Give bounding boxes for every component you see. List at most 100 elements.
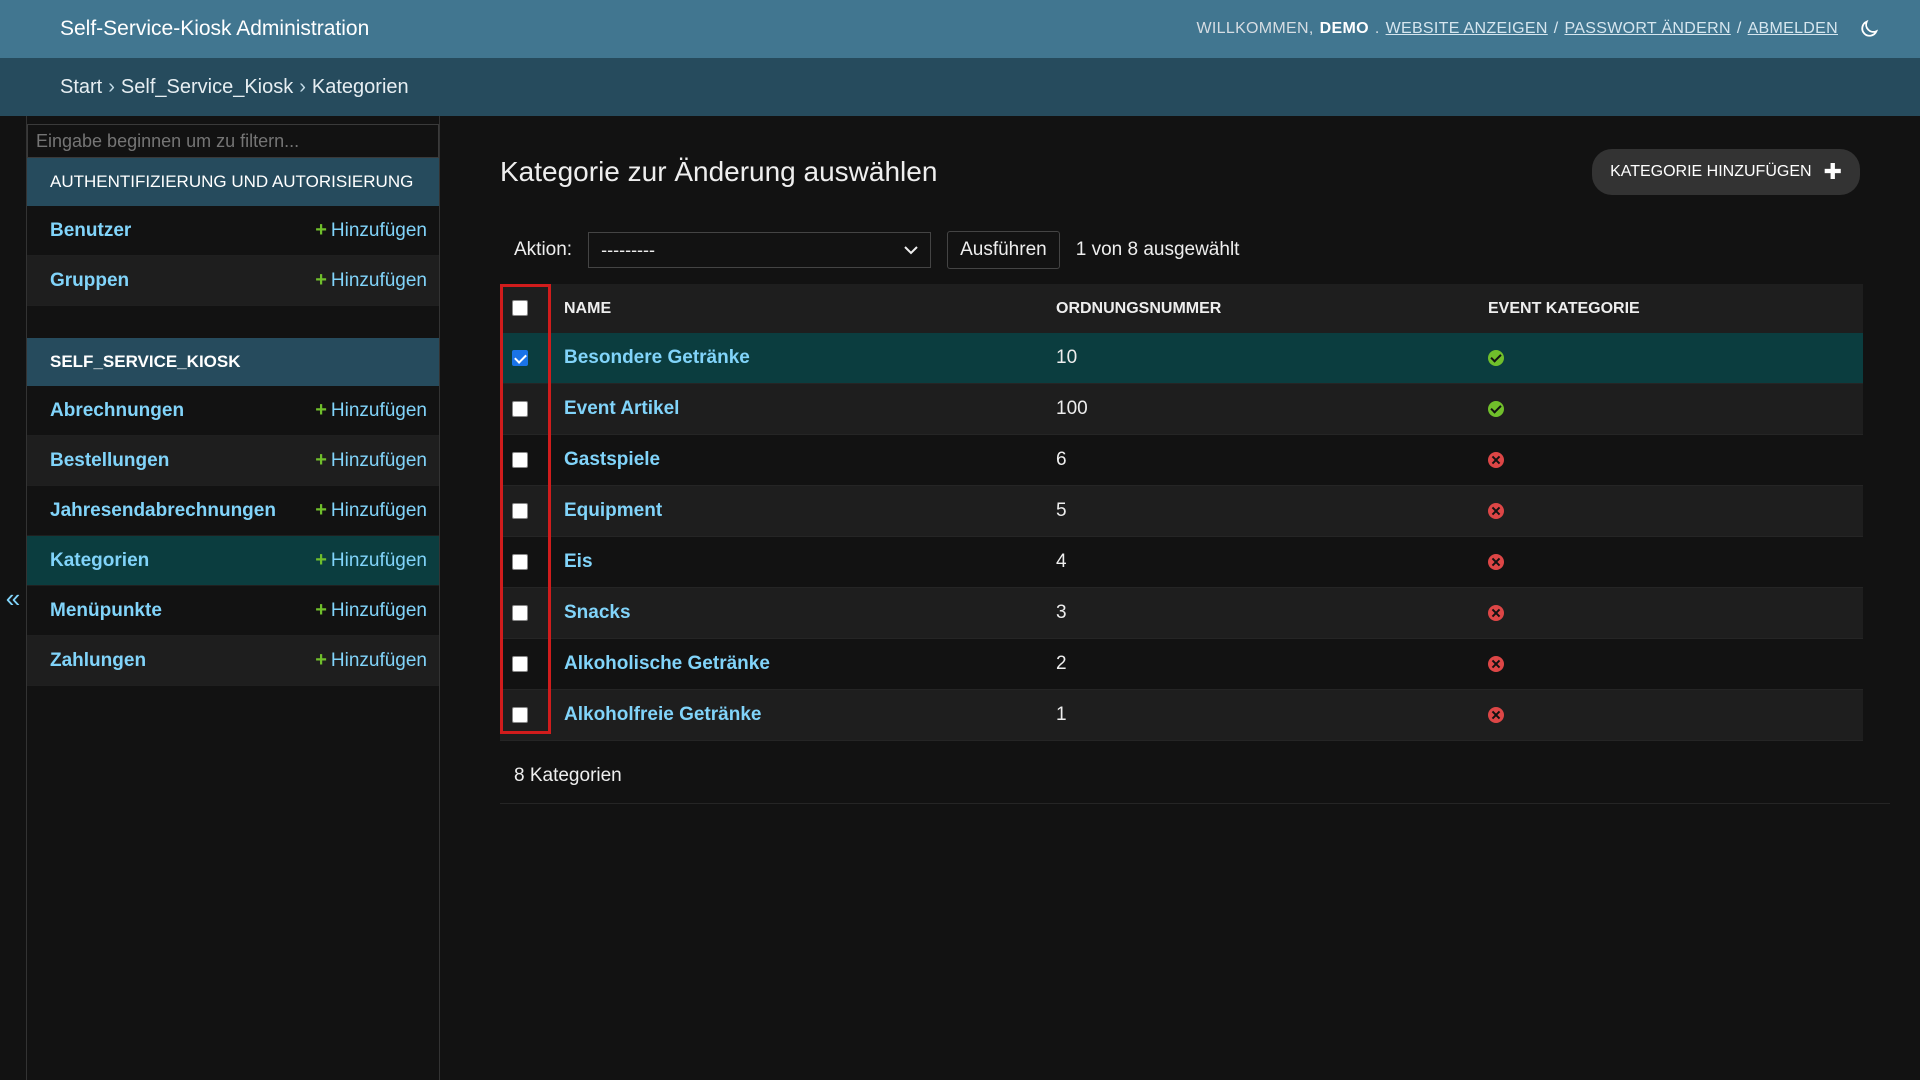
header: Self-Service-Kiosk Administration Willko… bbox=[0, 0, 1920, 58]
double-chevron-left-icon[interactable]: « bbox=[6, 583, 20, 614]
check-circle-icon bbox=[1488, 349, 1504, 366]
x-circle-icon bbox=[1488, 604, 1504, 621]
row-checkbox[interactable] bbox=[512, 451, 528, 468]
sidebar-item-label[interactable]: Bestellungen bbox=[50, 450, 169, 472]
table-row: Eis 4 bbox=[500, 536, 1863, 588]
page-title: Kategorie zur Änderung auswählen bbox=[500, 156, 938, 187]
breadcrumb-current: Kategorien bbox=[311, 75, 409, 98]
module-caption[interactable]: Self_Service_Kiosk bbox=[27, 338, 439, 386]
table-row: Equipment 5 bbox=[500, 485, 1863, 537]
chevron-down-icon bbox=[904, 246, 918, 255]
category-name-link[interactable]: Alkoholische Getränke bbox=[564, 653, 770, 674]
x-circle-icon bbox=[1488, 502, 1504, 519]
sidebar-toggle[interactable]: « bbox=[0, 116, 27, 1080]
add-link[interactable]: + Hinzufügen bbox=[315, 549, 427, 572]
order-number: 100 bbox=[1044, 383, 1476, 435]
sidebar-item-jahresendabrechnungen[interactable]: Jahresendabrechnungen + Hinzufügen bbox=[27, 486, 439, 536]
change-password-link[interactable]: Passwort ändern bbox=[1565, 20, 1731, 38]
plus-icon: + bbox=[315, 399, 327, 421]
theme-toggle-moon-icon[interactable] bbox=[1858, 18, 1880, 40]
view-site-link[interactable]: Website anzeigen bbox=[1386, 20, 1548, 38]
order-number: 1 bbox=[1044, 689, 1476, 741]
category-name-link[interactable]: Gastspiele bbox=[564, 449, 660, 470]
module-auth: Authentifizierung und Autorisierung Benu… bbox=[27, 158, 439, 306]
sidebar-item-label[interactable]: Abrechnungen bbox=[50, 400, 184, 422]
execute-button[interactable]: Ausführen bbox=[947, 231, 1060, 269]
category-name-link[interactable]: Besondere Getränke bbox=[564, 347, 750, 368]
order-number: 5 bbox=[1044, 485, 1476, 537]
table-row: Gastspiele 6 bbox=[500, 434, 1863, 486]
x-circle-icon bbox=[1488, 655, 1504, 672]
nav-filter-input[interactable] bbox=[27, 124, 439, 158]
add-link[interactable]: + Hinzufügen bbox=[315, 649, 427, 672]
site-title[interactable]: Self-Service-Kiosk Administration bbox=[60, 17, 369, 41]
category-name-link[interactable]: Equipment bbox=[564, 500, 662, 521]
selection-count: 1 von 8 ausgewählt bbox=[1075, 239, 1240, 260]
column-header-order[interactable]: Ordnungsnummer bbox=[1044, 284, 1476, 333]
order-number: 10 bbox=[1044, 333, 1476, 384]
x-circle-icon bbox=[1488, 706, 1504, 723]
x-circle-icon bbox=[1488, 451, 1504, 468]
table-row: Besondere Getränke 10 bbox=[500, 333, 1863, 384]
row-checkbox[interactable] bbox=[512, 655, 528, 672]
select-all-checkbox[interactable] bbox=[512, 300, 528, 317]
add-link[interactable]: + Hinzufügen bbox=[315, 599, 427, 622]
row-checkbox[interactable] bbox=[512, 349, 528, 366]
sidebar-item-abrechnungen[interactable]: Abrechnungen + Hinzufügen bbox=[27, 386, 439, 436]
module-caption[interactable]: Authentifizierung und Autorisierung bbox=[27, 158, 439, 206]
paginator: 8 Kategorien bbox=[500, 755, 1890, 804]
plus-icon: + bbox=[315, 549, 327, 571]
row-checkbox[interactable] bbox=[512, 706, 528, 723]
sidebar-item-menuepunkte[interactable]: Menüpunkte + Hinzufügen bbox=[27, 586, 439, 636]
breadcrumb: Start › Self_Service_Kiosk › Kategorien bbox=[0, 58, 1920, 116]
breadcrumb-app[interactable]: Self_Service_Kiosk bbox=[121, 76, 293, 99]
table-row: Snacks 3 bbox=[500, 587, 1863, 639]
plus-icon: + bbox=[315, 219, 327, 241]
add-link[interactable]: + Hinzufügen bbox=[315, 399, 427, 422]
add-link[interactable]: + Hinzufügen bbox=[315, 219, 427, 242]
column-header-name[interactable]: Name bbox=[552, 284, 1044, 333]
sidebar-item-label[interactable]: Menüpunkte bbox=[50, 600, 162, 622]
sidebar-item-bestellungen[interactable]: Bestellungen + Hinzufügen bbox=[27, 436, 439, 486]
username: Demo bbox=[1319, 20, 1369, 37]
add-link[interactable]: + Hinzufügen bbox=[315, 269, 427, 292]
sidebar-item-label[interactable]: Jahresendabrechnungen bbox=[50, 500, 276, 522]
row-checkbox[interactable] bbox=[512, 604, 528, 621]
separator: / bbox=[1553, 20, 1559, 37]
action-bar: Aktion: --------- Ausführen 1 von 8 ausg… bbox=[500, 230, 1890, 270]
column-header-event[interactable]: Event Kategorie bbox=[1476, 284, 1863, 333]
plus-icon: + bbox=[315, 269, 327, 291]
sidebar-item-kategorien[interactable]: Kategorien + Hinzufügen bbox=[27, 536, 439, 586]
add-link[interactable]: + Hinzufügen bbox=[315, 449, 427, 472]
sidebar-item-label[interactable]: Gruppen bbox=[50, 270, 129, 292]
logout-link[interactable]: Abmelden bbox=[1748, 20, 1838, 38]
sidebar-item-label[interactable]: Kategorien bbox=[50, 550, 149, 572]
sidebar-item-benutzer[interactable]: Benutzer + Hinzufügen bbox=[27, 206, 439, 256]
add-category-button[interactable]: Kategorie hinzufügen ✚ bbox=[1592, 149, 1860, 195]
category-name-link[interactable]: Alkoholfreie Getränke bbox=[564, 704, 761, 725]
welcome-text: Willkommen, bbox=[1196, 20, 1314, 37]
category-name-link[interactable]: Snacks bbox=[564, 602, 631, 623]
sidebar-item-label[interactable]: Benutzer bbox=[50, 220, 131, 242]
sidebar-item-zahlungen[interactable]: Zahlungen + Hinzufügen bbox=[27, 636, 439, 686]
sidebar-item-label[interactable]: Zahlungen bbox=[50, 650, 146, 672]
row-checkbox[interactable] bbox=[512, 553, 528, 570]
action-select[interactable]: --------- bbox=[588, 232, 932, 268]
category-name-link[interactable]: Eis bbox=[564, 551, 593, 572]
select-all-header bbox=[500, 284, 552, 333]
user-tools: Willkommen, Demo. Website anzeigen / Pas… bbox=[1197, 18, 1880, 40]
table-row: Event Artikel 100 bbox=[500, 383, 1863, 435]
sidebar-item-gruppen[interactable]: Gruppen + Hinzufügen bbox=[27, 256, 439, 306]
order-number: 3 bbox=[1044, 587, 1476, 639]
plus-icon: + bbox=[315, 449, 327, 471]
add-link[interactable]: + Hinzufügen bbox=[315, 499, 427, 522]
order-number: 2 bbox=[1044, 638, 1476, 690]
table-row: Alkoholische Getränke 2 bbox=[500, 638, 1863, 690]
category-name-link[interactable]: Event Artikel bbox=[564, 398, 679, 419]
row-checkbox[interactable] bbox=[512, 502, 528, 519]
x-circle-icon bbox=[1488, 553, 1504, 570]
plus-icon: + bbox=[315, 649, 327, 671]
plus-icon: ✚ bbox=[1823, 159, 1842, 184]
row-checkbox[interactable] bbox=[512, 400, 528, 417]
breadcrumb-home[interactable]: Start bbox=[60, 76, 102, 99]
